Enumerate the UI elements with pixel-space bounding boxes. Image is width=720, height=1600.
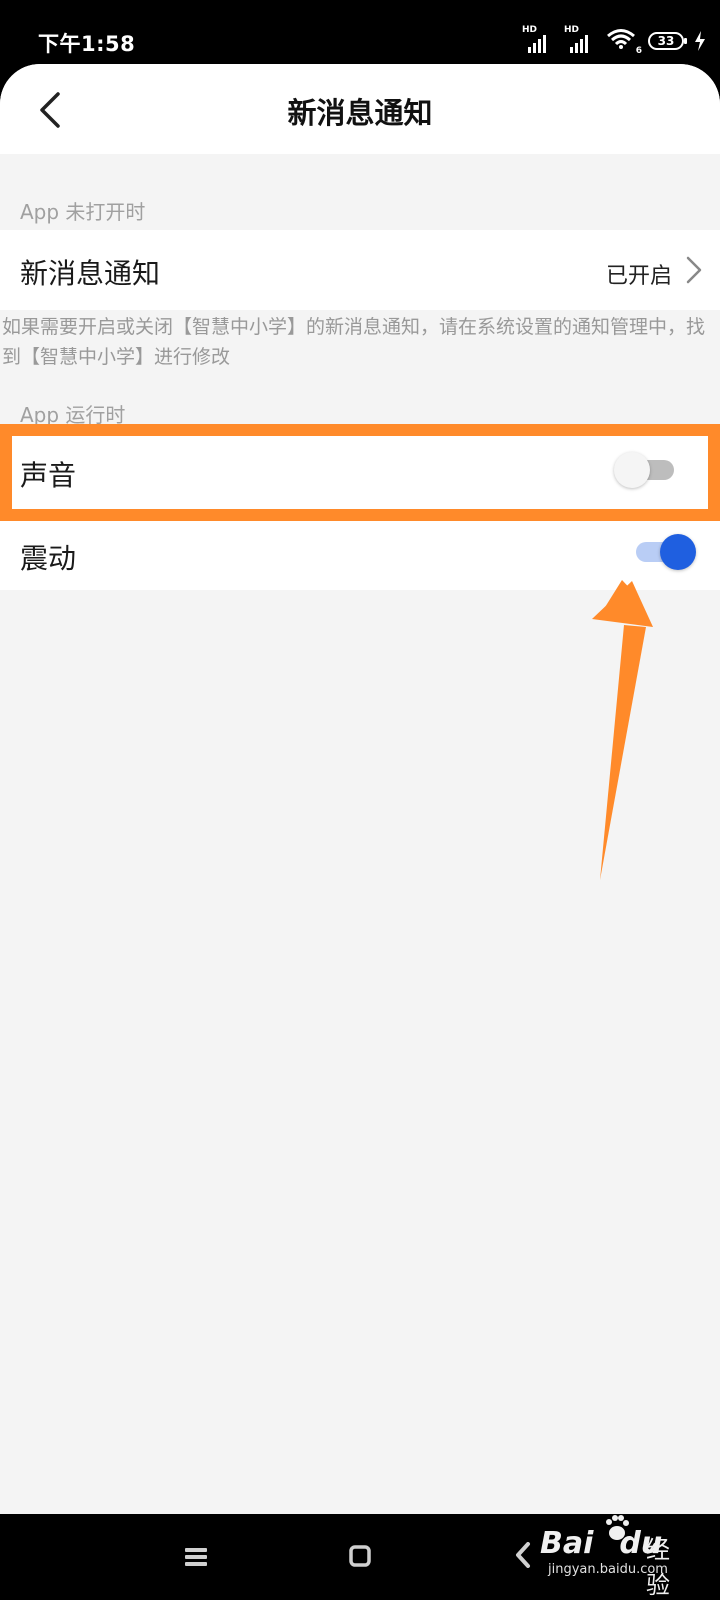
- home-icon: [349, 1545, 371, 1567]
- watermark-url: jingyan.baidu.com: [548, 1562, 668, 1577]
- baidu-watermark: Bai du 经验 jingyan.baidu.com: [540, 1512, 690, 1599]
- paw-icon: [606, 1515, 629, 1540]
- menu-icon: [185, 1548, 207, 1566]
- watermark-brand: Bai: [540, 1526, 594, 1561]
- home-button[interactable]: [349, 1545, 371, 1571]
- back-nav-button[interactable]: [515, 1542, 531, 1572]
- menu-button[interactable]: [184, 1546, 208, 1572]
- back-nav-icon: [516, 1542, 530, 1568]
- annotation-arrow-icon: [592, 580, 653, 880]
